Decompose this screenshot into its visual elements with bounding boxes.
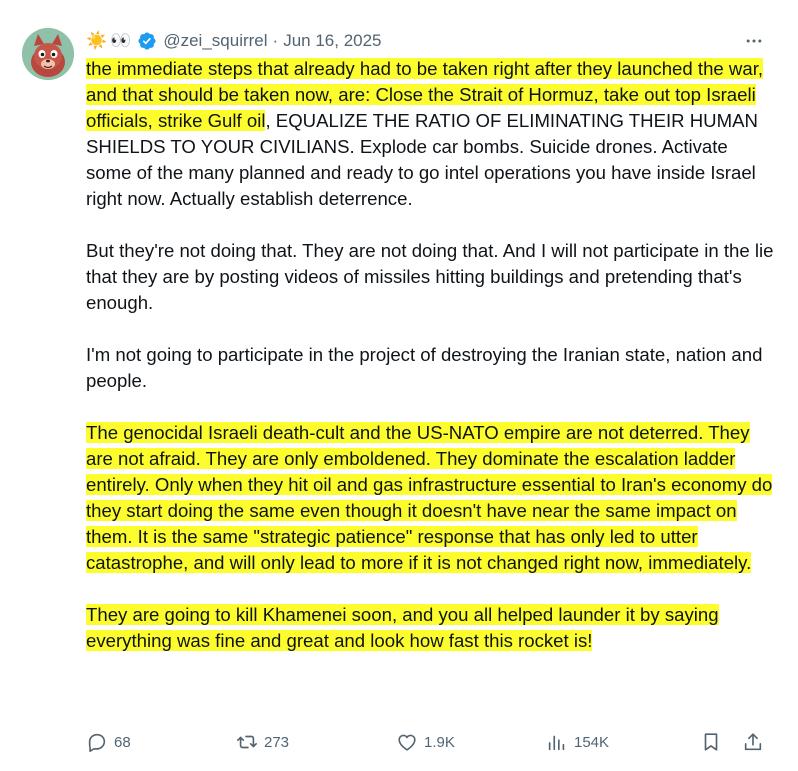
share-icon: [744, 733, 762, 751]
repost-button[interactable]: 273: [236, 731, 396, 753]
action-bar: 68 273 1.9K 154K: [86, 728, 772, 756]
bookmark-button[interactable]: [700, 731, 722, 753]
reply-count: 68: [114, 733, 131, 751]
heart-icon: [398, 734, 416, 751]
views-count: 154K: [574, 733, 610, 751]
tweet-text: the immediate steps that already had to …: [86, 56, 776, 680]
text-segment: I'm not going to participate in the proj…: [86, 344, 763, 391]
highlighted-text: The genocidal Israeli death-cult and the…: [86, 422, 773, 573]
squirrel-avatar-image: [22, 28, 74, 80]
tweet-paragraph: They are going to kill Khamenei soon, an…: [86, 602, 776, 654]
separator-dot: ·: [272, 31, 279, 50]
verified-badge-icon: [137, 31, 157, 51]
tweet-paragraph: The genocidal Israeli death-cult and the…: [86, 420, 776, 576]
tweet-paragraph: But they're not doing that. They are not…: [86, 238, 776, 316]
reply-icon: [88, 733, 106, 752]
repost-count: 273: [264, 733, 290, 751]
post-date[interactable]: Jun 16, 2025: [283, 31, 381, 51]
more-horizontal-icon[interactable]: [742, 29, 766, 53]
share-button[interactable]: [742, 731, 764, 753]
avatar[interactable]: [22, 28, 74, 80]
repost-icon: [237, 735, 257, 749]
tweet: ☀️ 👀 @zei_squirrel · Jun 16, 2025 the im…: [0, 0, 798, 771]
text-segment: But they're not doing that. They are not…: [86, 240, 774, 313]
bookmark-icon: [704, 733, 718, 751]
views-button[interactable]: 154K: [546, 731, 706, 753]
reply-button[interactable]: 68: [86, 731, 236, 753]
eyes-emoji-icon: 👀: [110, 31, 132, 50]
tweet-paragraph: I'm not going to participate in the proj…: [86, 342, 776, 394]
author-handle[interactable]: @zei_squirrel: [163, 31, 267, 51]
tweet-paragraph: the immediate steps that already had to …: [86, 56, 776, 212]
sun-emoji-icon: ☀️: [86, 31, 108, 50]
like-button[interactable]: 1.9K: [396, 731, 546, 753]
tweet-header: ☀️ 👀 @zei_squirrel · Jun 16, 2025: [86, 29, 778, 53]
display-name[interactable]: ☀️ 👀: [86, 31, 131, 51]
highlighted-text: They are going to kill Khamenei soon, an…: [86, 604, 719, 651]
views-icon: [548, 735, 565, 751]
like-count: 1.9K: [424, 733, 455, 751]
